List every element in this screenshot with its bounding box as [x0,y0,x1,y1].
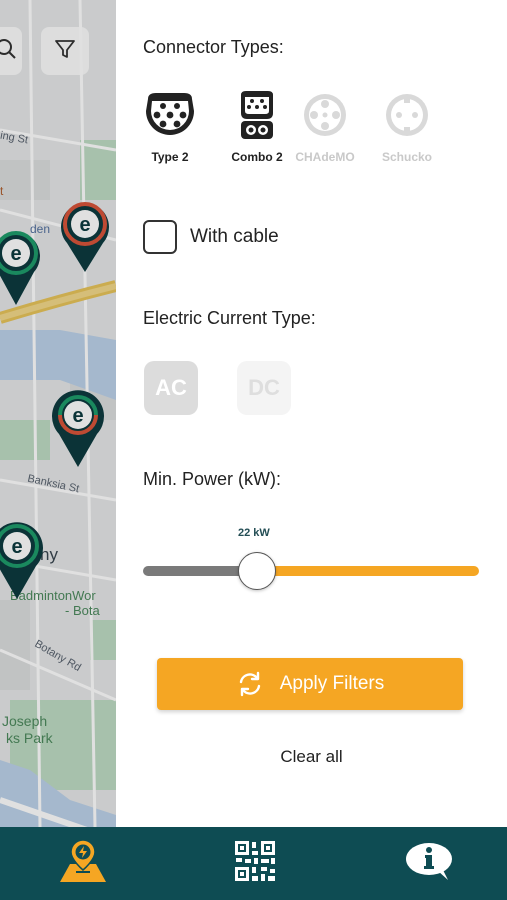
schuko-connector-icon [378,86,436,144]
connector-combo2[interactable]: Combo 2 [222,86,292,164]
min-power-title: Min. Power (kW): [143,469,282,489]
ac-toggle-button[interactable]: AC [144,361,198,415]
current-type-title: Electric Current Type: [143,308,316,328]
connector-type2[interactable]: Type 2 [135,86,205,164]
power-slider-thumb[interactable] [238,552,276,590]
connector-label: Schucko [381,150,432,164]
apply-filters-label: Apply Filters [279,673,385,694]
connector-types-title: Connector Types: [143,37,284,57]
map-dim-overlay[interactable] [0,0,116,827]
connector-label: CHAdeMO [295,150,355,164]
bottom-navigation [0,827,507,900]
power-slider-value: 22 kW [238,527,270,539]
connector-label: Type 2 [151,150,189,164]
info-chat-icon [404,841,454,886]
connector-chademo[interactable]: CHAdeMO [290,86,360,164]
nav-info-tab[interactable] [396,827,462,900]
power-slider-track[interactable] [257,566,479,576]
nav-qr-tab[interactable] [222,827,288,900]
filter-panel: Connector Types: Type 2 Combo 2 CHAdeMO … [116,0,507,827]
map-view[interactable]: ing St Banksia St Botany Rd Joseph ks Pa… [0,0,116,827]
connector-label: Combo 2 [231,150,283,164]
nav-map-tab[interactable] [50,827,116,900]
apply-filters-button[interactable]: Apply Filters [157,658,463,710]
dc-toggle-button[interactable]: DC [237,361,291,415]
type2-connector-icon [141,86,199,144]
with-cable-checkbox[interactable] [143,220,177,254]
combo2-connector-icon [228,86,286,144]
qr-code-icon [234,840,276,887]
map-charging-icon [56,838,110,889]
with-cable-label: With cable [190,226,279,247]
clear-all-link[interactable]: Clear all [116,747,507,767]
chademo-connector-icon [296,86,354,144]
connector-schuko[interactable]: Schucko [372,86,442,164]
refresh-icon [236,670,264,698]
